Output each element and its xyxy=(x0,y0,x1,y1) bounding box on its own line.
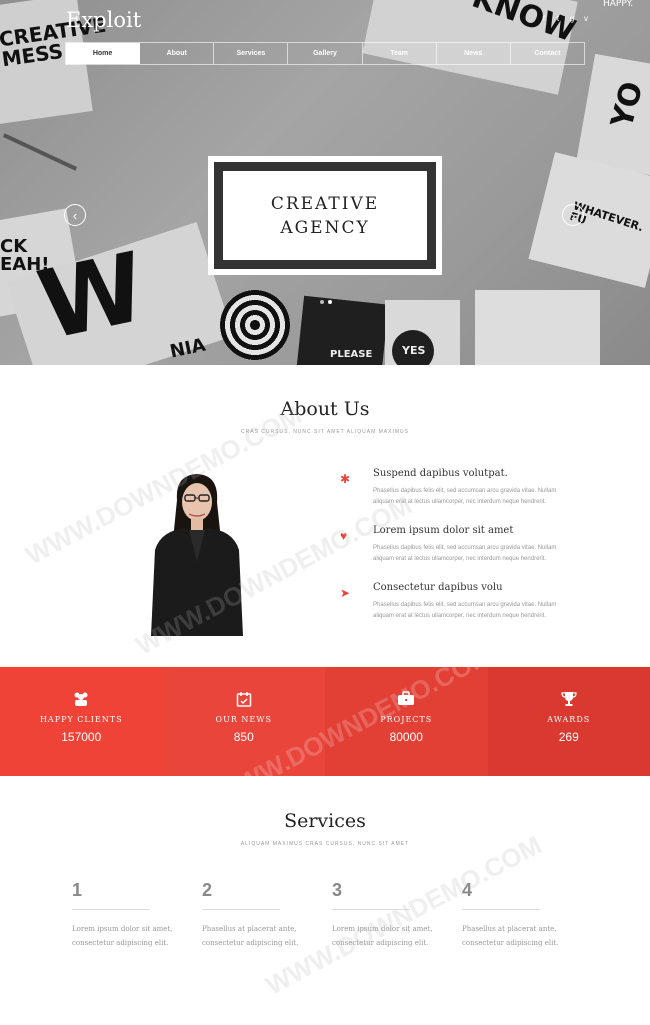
stat-our-news: OUR NEWS 850 xyxy=(162,667,325,776)
chevron-left-icon: ‹ xyxy=(72,207,78,223)
team-member-photo xyxy=(151,474,243,636)
stat-awards: AWARDS 269 xyxy=(487,667,650,776)
service-divider xyxy=(202,909,280,910)
slider-prev-button[interactable]: ‹ xyxy=(64,204,86,226)
stat-label: OUR NEWS xyxy=(215,715,272,724)
stat-value: 850 xyxy=(233,730,254,744)
slider-dot-2[interactable] xyxy=(328,300,332,304)
twitter-icon[interactable]: t xyxy=(554,14,562,23)
stats-band: HAPPY CLIENTS 157000 OUR NEWS 850 PROJEC… xyxy=(0,667,650,776)
service-number: 3 xyxy=(332,880,343,900)
nav-contact[interactable]: Contact xyxy=(511,43,584,64)
service-text: Lorem ipsum dolor sit amet, consectetur … xyxy=(72,925,173,947)
feature-text: Phasellus dapibus felis elit, sed accums… xyxy=(373,602,557,619)
paper-plane-icon: ➤ xyxy=(340,586,351,600)
slider-next-button[interactable]: › xyxy=(562,204,584,226)
service-number: 2 xyxy=(202,880,213,900)
gear-icon: ✱ xyxy=(340,472,351,486)
stat-label: HAPPY CLIENTS xyxy=(39,715,123,724)
feature-title: Consectetur dapibus volu xyxy=(373,582,503,593)
stat-value: 157000 xyxy=(61,730,102,744)
google-plus-icon[interactable]: g xyxy=(568,14,576,23)
poster-text-please: PLEASE xyxy=(330,349,373,360)
chevron-right-icon: › xyxy=(570,207,576,223)
nav-team[interactable]: Team xyxy=(363,43,437,64)
poster-text-yes: YES xyxy=(402,344,426,357)
service-number: 1 xyxy=(72,880,83,900)
trophy-icon xyxy=(561,691,577,709)
stat-value: 80000 xyxy=(389,730,423,744)
social-links: f t g v xyxy=(540,14,590,23)
service-item-4: 4 Phasellus at placerat ante, consectetu… xyxy=(462,880,572,950)
pencil-graphic xyxy=(2,133,78,171)
hero-title-box: CREATIVE AGENCY xyxy=(208,156,442,275)
service-item-1: 1 Lorem ipsum dolor sit amet, consectetu… xyxy=(72,880,182,950)
service-divider xyxy=(462,909,540,910)
users-icon xyxy=(72,691,90,709)
poster-text-nia: NIA xyxy=(168,334,208,363)
stat-label: PROJECTS xyxy=(380,715,433,724)
poster-text-happy: HAPPY. xyxy=(603,0,634,9)
main-nav: Home About Services Gallery Team News Co… xyxy=(65,42,585,65)
service-text: Phasellus at placerat ante, consectetur … xyxy=(462,925,559,947)
feature-text: Phasellus dapibus felis elit, sed accums… xyxy=(373,488,557,505)
service-item-2: 2 Phasellus at placerat ante, consectetu… xyxy=(202,880,312,950)
service-number: 4 xyxy=(462,880,473,900)
lollipop-graphic xyxy=(220,290,290,360)
hero-slider: CREATIVE MESS KNOW HAPPY. YO WHATEVER. F… xyxy=(0,0,650,365)
calendar-check-icon xyxy=(236,691,252,709)
service-divider xyxy=(332,909,410,910)
scribble-paper xyxy=(475,290,600,365)
hero-title-line2: AGENCY xyxy=(280,217,370,238)
stat-label: AWARDS xyxy=(547,715,591,724)
poster-text-w: W xyxy=(29,232,155,362)
nav-home[interactable]: Home xyxy=(66,43,141,64)
service-text: Phasellus at placerat ante, consectetur … xyxy=(202,925,299,947)
feature-title: Suspend dapibus volutpat. xyxy=(373,468,508,479)
site-logo[interactable]: Exploit xyxy=(66,8,141,32)
service-divider xyxy=(72,909,150,910)
briefcase-icon xyxy=(397,691,415,709)
about-subtitle: CRAS CURSUS, NUNC SIT AMET ALIQUAM MAXIM… xyxy=(241,429,409,435)
nav-about[interactable]: About xyxy=(140,43,215,64)
stat-projects: PROJECTS 80000 xyxy=(325,667,488,776)
hero-title-line1: CREATIVE xyxy=(270,193,380,214)
about-title: About Us xyxy=(280,398,370,420)
hero-title-frame: CREATIVE AGENCY xyxy=(214,162,436,269)
service-text: Lorem ipsum dolor sit amet, consectetur … xyxy=(332,925,433,947)
vk-icon[interactable]: v xyxy=(582,14,590,23)
stat-happy-clients: HAPPY CLIENTS 157000 xyxy=(0,667,163,776)
feature-title: Lorem ipsum dolor sit amet xyxy=(373,525,514,536)
facebook-icon[interactable]: f xyxy=(540,14,548,23)
nav-services[interactable]: Services xyxy=(214,43,289,64)
heart-icon: ♥ xyxy=(340,529,348,543)
nav-news[interactable]: News xyxy=(437,43,511,64)
slider-dot-1[interactable] xyxy=(320,300,324,304)
stat-value: 269 xyxy=(558,730,579,744)
nav-gallery[interactable]: Gallery xyxy=(288,43,363,64)
services-subtitle: ALIQUAM MAXIMUS CRAS CURSUS, NUNC SIT AM… xyxy=(240,841,410,847)
slider-dots xyxy=(320,300,332,304)
services-title: Services xyxy=(284,810,366,832)
service-item-3: 3 Lorem ipsum dolor sit amet, consectetu… xyxy=(332,880,442,950)
feature-text: Phasellus dapibus felis elit, sed accums… xyxy=(373,545,557,562)
